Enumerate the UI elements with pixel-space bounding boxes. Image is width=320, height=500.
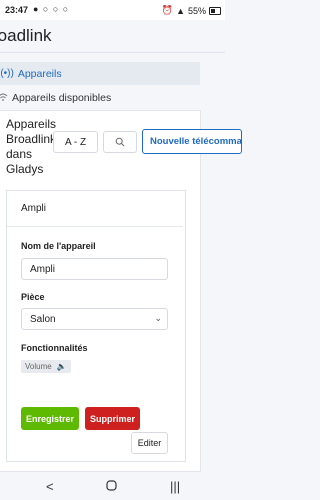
device-card-title: Ampli <box>21 203 47 214</box>
feature-chip-label: Volume <box>25 362 52 371</box>
edit-button[interactable]: Editer <box>131 432 168 454</box>
signal-icon: ▲ <box>176 5 185 16</box>
room-select[interactable]: Salon ⌄ <box>21 308 168 330</box>
device-name-input[interactable]: Ampli <box>21 258 168 280</box>
home-icon[interactable] <box>106 479 117 494</box>
nav-item-label: Appareils disponibles <box>12 92 112 104</box>
search-icon <box>115 137 125 147</box>
volume-icon: 🔈 <box>56 362 67 371</box>
nav-item-appareils-disponibles[interactable]: Appareils disponibles <box>0 88 200 108</box>
feature-chip-volume: Volume 🔈 <box>21 360 71 373</box>
battery-level: 55% <box>187 5 206 16</box>
search-button[interactable] <box>103 131 137 153</box>
nav-item-label: Appareils <box>17 67 62 80</box>
room-label: Pièce <box>21 292 45 302</box>
features-label: Fonctionnalités <box>21 343 88 353</box>
recent-apps-icon[interactable]: ||| <box>170 479 180 494</box>
status-time: 23:47 <box>5 5 29 15</box>
app-title: roadlink <box>0 26 52 45</box>
save-button[interactable]: Enregistrer <box>21 407 79 430</box>
new-remote-button[interactable]: Nouvelle télécommande <box>142 129 242 154</box>
chevron-down-icon: ⌄ <box>154 313 162 323</box>
nav-item-appareils[interactable]: ((•)) Appareils <box>0 62 200 85</box>
notification-icons: ● ○ ○ ○ <box>33 4 70 14</box>
broadcast-icon: ((•)) <box>0 68 14 79</box>
status-right: ⏰ ▲ 55% <box>162 5 221 16</box>
battery-icon <box>209 6 221 15</box>
name-label: Nom de l'appareil <box>21 241 96 251</box>
card-title: Appareils Broadlink dans Gladys <box>6 117 57 176</box>
room-select-value: Salon <box>30 313 56 325</box>
back-icon[interactable]: < <box>46 479 54 494</box>
delete-button[interactable]: Supprimer <box>85 407 140 430</box>
device-card-divider <box>7 226 183 227</box>
wifi-icon <box>0 93 8 104</box>
status-bar: 23:47 ● ○ ○ ○ ⏰ ▲ 55% <box>0 0 225 20</box>
system-nav-bar: < ||| <box>0 472 225 500</box>
header-divider <box>0 52 225 53</box>
sort-select[interactable]: A - Z <box>53 131 98 153</box>
alarm-icon: ⏰ <box>161 5 174 15</box>
